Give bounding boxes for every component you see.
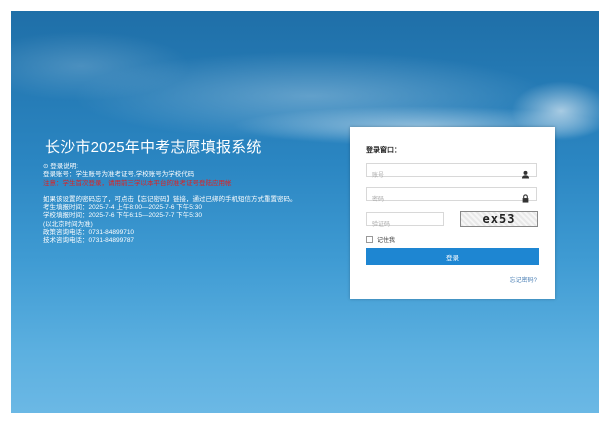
login-button[interactable]: 登录 (366, 248, 539, 265)
login-panel-title: 登录窗口： (366, 147, 401, 154)
instruction-line: 技术咨询电话：0731-84899787 (43, 237, 135, 245)
password-input[interactable] (367, 194, 522, 206)
captcha-field-wrapper (366, 212, 444, 231)
remember-label: 记住我 (377, 238, 396, 244)
instruction-line: 登录账号：学生账号为准考证号,学校账号为学校代码 (43, 171, 195, 179)
system-title: 长沙市2025年中考志愿填报系统 (45, 139, 262, 156)
instruction-line: 如果该设置的密码忘了，可点击【忘记密码】链接，通过已绑的手机短信方式重置密码。 (43, 195, 297, 203)
captcha-input[interactable] (367, 219, 442, 231)
instruction-line: 学校填报时间：2025-7-6 下午6:15—2025-7-7 下午5:30 (43, 212, 202, 220)
account-input[interactable] (367, 170, 522, 182)
lock-icon (521, 190, 530, 203)
captcha-image[interactable]: ex53 (460, 211, 538, 227)
login-instructions: ⊙ 登录说明: 登录账号：学生账号为准考证号,学校账号为学校代码 注意：学生首次登录… (43, 163, 333, 246)
user-icon (521, 166, 530, 179)
instruction-line: 注意：学生首次登录，请用前三学以本平台的准考证号登陆应用帐 (43, 179, 232, 187)
account-field-wrapper (366, 163, 537, 182)
remember-me[interactable]: 记住我 (366, 235, 395, 244)
forgot-password-link[interactable]: 忘记密码? (510, 275, 537, 284)
login-panel: 登录窗口： ex53 记住我 登录 忘记密码? (350, 127, 555, 299)
instruction-line: (以北京时间为准) (43, 220, 93, 228)
password-field-wrapper (366, 187, 537, 206)
remember-checkbox[interactable] (366, 236, 373, 243)
